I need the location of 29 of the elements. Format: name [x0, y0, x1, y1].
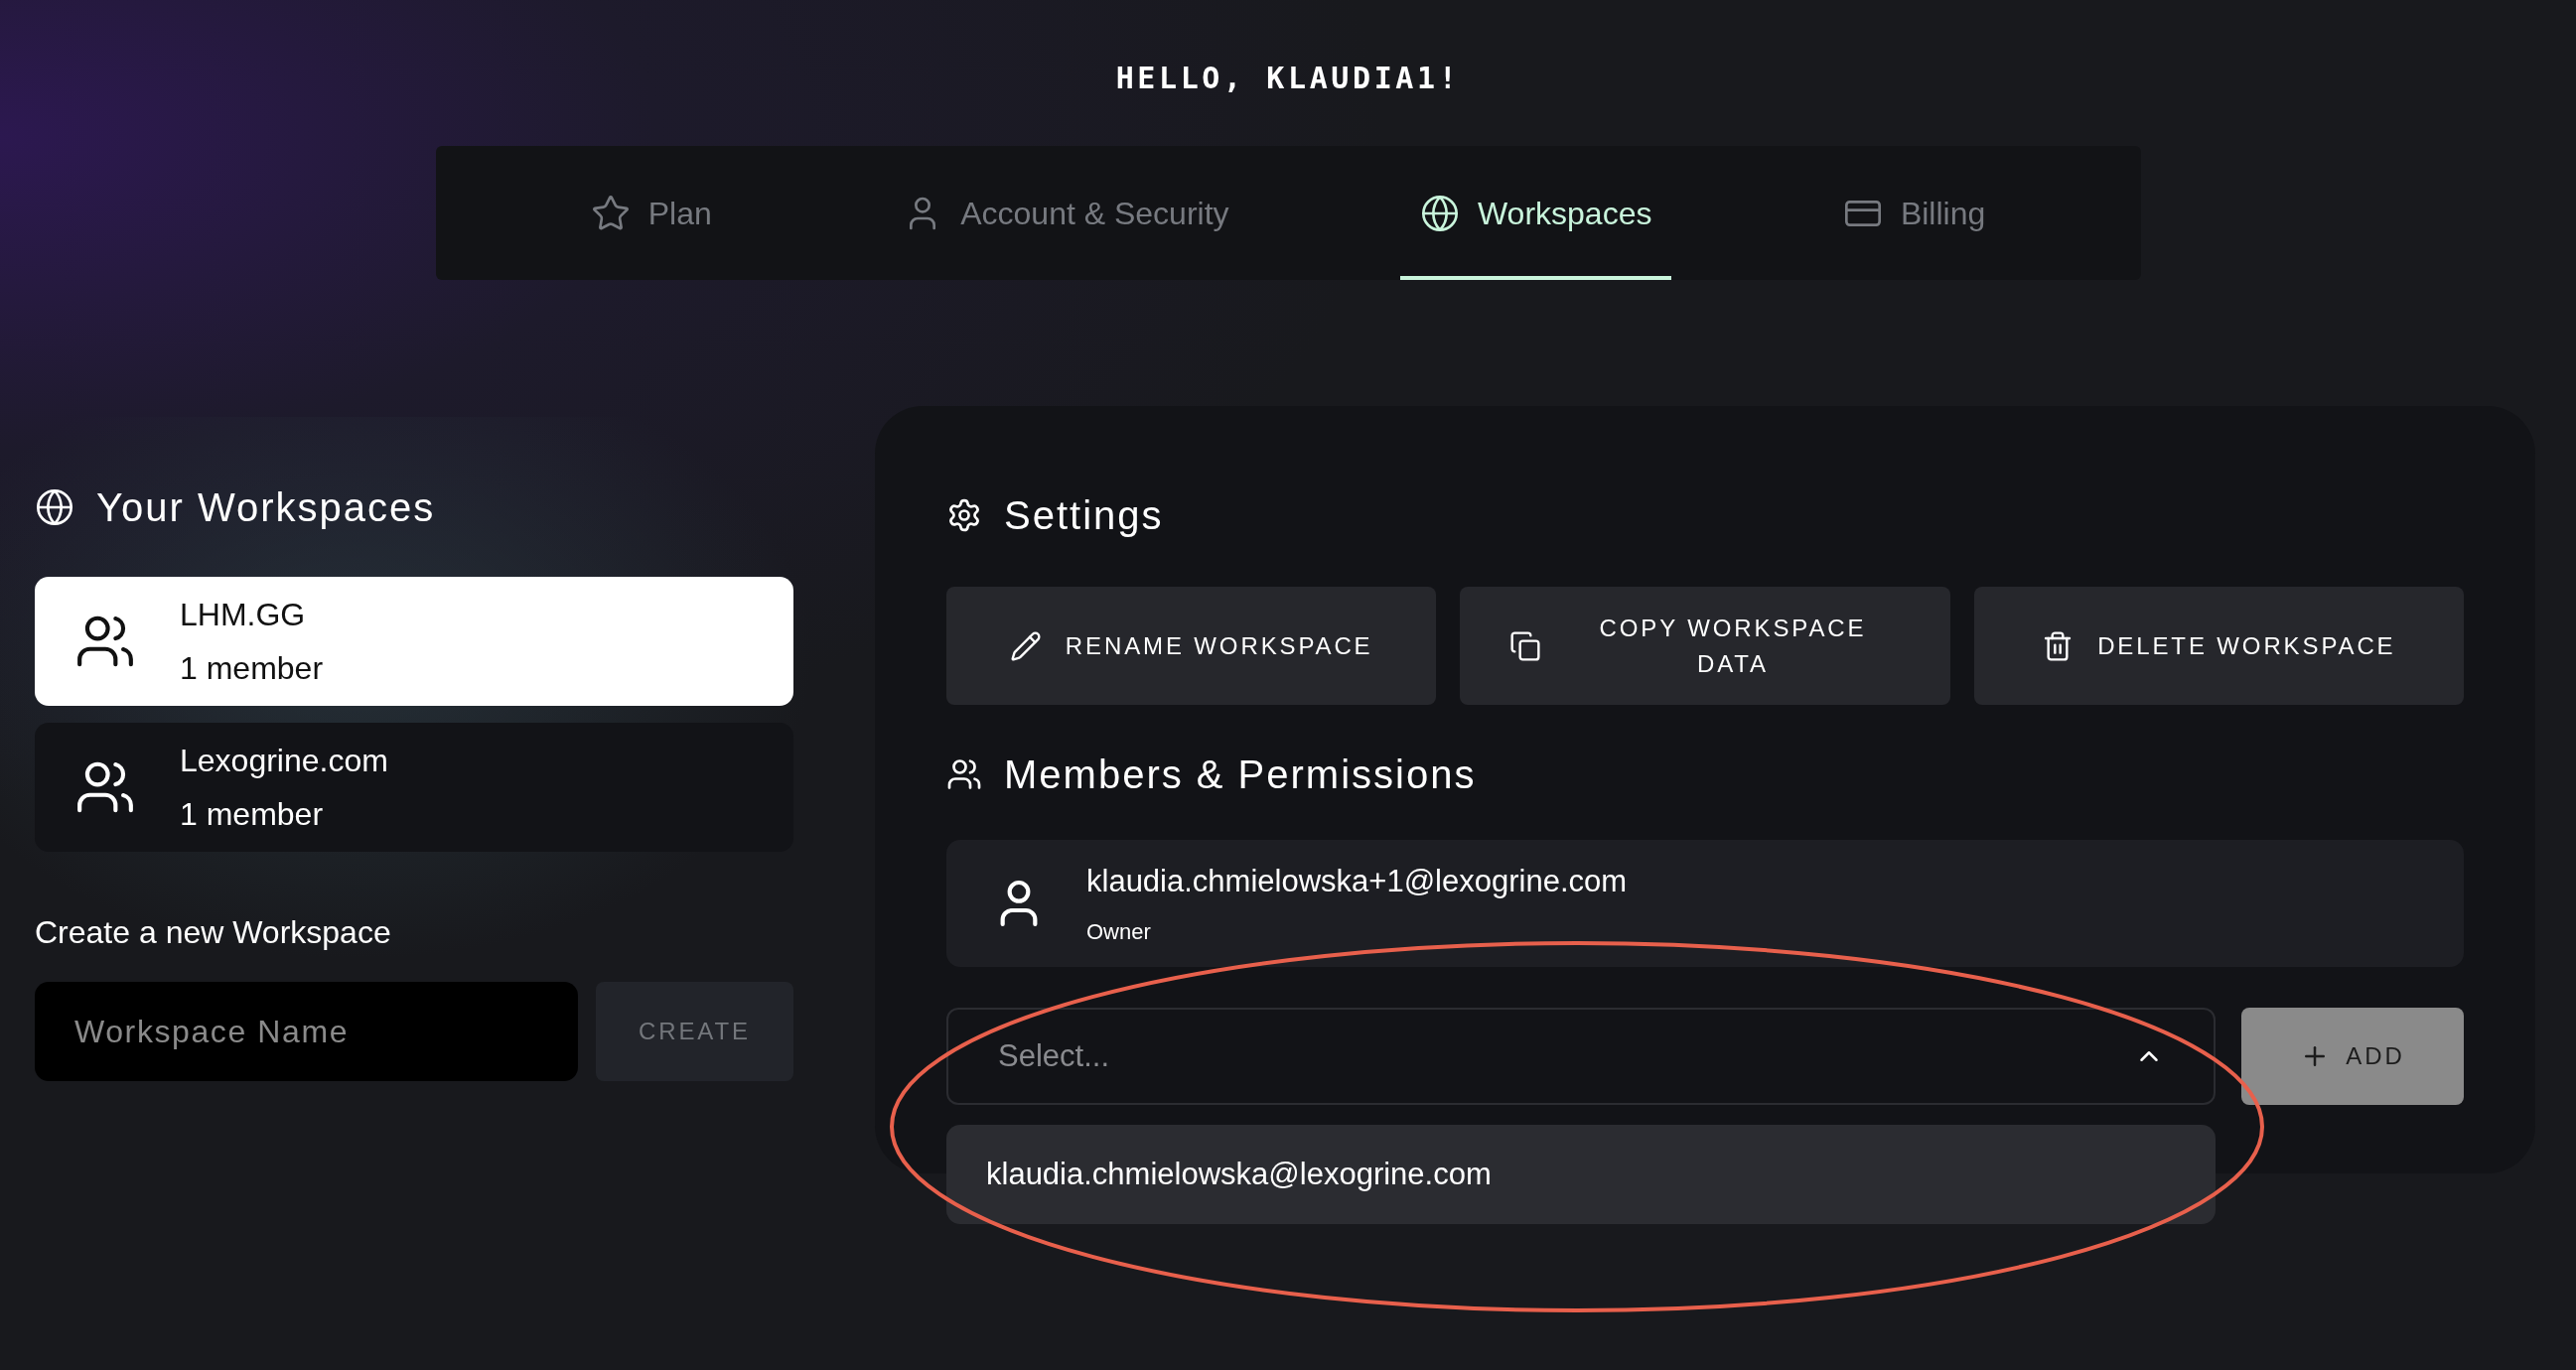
tab[interactable]: Workspaces [1400, 146, 1672, 280]
member-email: klaudia.chmielowska+1@lexogrine.com [1086, 863, 1628, 901]
member-count: 1 member [180, 795, 325, 834]
workspace-name-field[interactable]: Workspace Name [35, 982, 578, 1081]
copy-icon [1509, 629, 1542, 662]
workspace-name: LHM.GG [180, 596, 307, 634]
settings-icon [946, 497, 982, 533]
pencil-icon [1009, 629, 1042, 662]
create-label: Create a new Workspace [35, 913, 392, 952]
users-icon [946, 756, 982, 792]
globe-icon [1420, 193, 1460, 233]
workspace-card[interactable]: Lexogrine.com 1 member [35, 723, 793, 852]
member-count: 1 member [180, 649, 324, 688]
globe-icon [35, 487, 74, 527]
section-title: Your Workspaces [96, 484, 436, 531]
tab[interactable]: Billing [1822, 146, 2006, 280]
workspace-card[interactable]: LHM.GG 1 member [35, 577, 793, 706]
settings-button[interactable]: DELETE WORKSPACE [1973, 587, 2464, 705]
dropdown-option[interactable]: klaudia.chmielowska@lexogrine.com [946, 1125, 2216, 1224]
greeting-heading: HELLO, KLAUDIA1! [1115, 60, 1461, 97]
member-role: Owner [1086, 917, 1152, 946]
tab[interactable]: Plan [570, 146, 732, 280]
section-title: Members & Permissions [1004, 752, 1477, 798]
settings-button[interactable]: COPY WORKSPACE DATA [1460, 587, 1950, 705]
workspace-name: Lexogrine.com [180, 742, 388, 780]
tab[interactable]: Account & Security [883, 146, 1249, 280]
settings-button[interactable]: RENAME WORKSPACE [946, 587, 1437, 705]
section-title: Settings [1004, 492, 1164, 539]
member-select[interactable]: Select... [946, 1008, 2216, 1105]
